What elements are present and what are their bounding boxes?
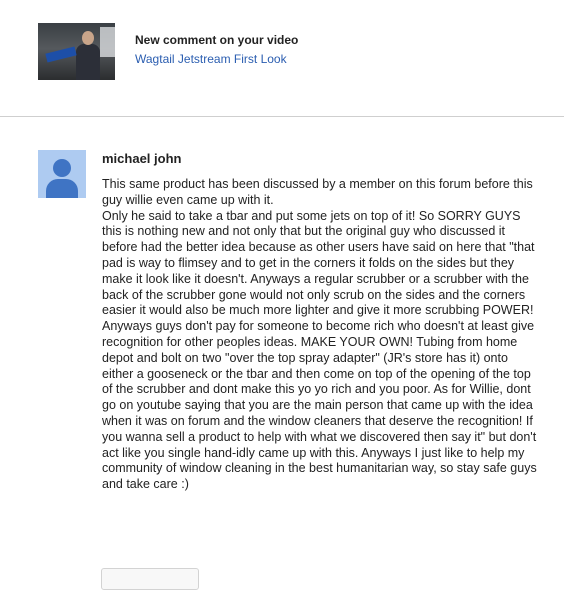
thumbnail-background: [100, 27, 115, 57]
reply-button[interactable]: [101, 568, 199, 590]
thumbnail-object: [45, 46, 77, 63]
notification-title: New comment on your video: [135, 33, 299, 47]
notification-header: New comment on your video Wagtail Jetstr…: [0, 0, 564, 116]
default-user-avatar-icon[interactable]: [38, 150, 86, 198]
thumbnail-person: [76, 44, 100, 80]
avatar-head: [53, 159, 71, 177]
thumbnail-person-head: [82, 31, 94, 45]
comment-paragraph: This same product has been discussed by …: [102, 177, 533, 207]
comment-text: This same product has been discussed by …: [102, 177, 542, 493]
comment-author[interactable]: michael john: [102, 151, 181, 166]
header-divider: [0, 116, 564, 117]
video-thumbnail[interactable]: [38, 23, 115, 80]
comment-paragraph: Only he said to take a tbar and put some…: [102, 208, 537, 492]
video-title-link[interactable]: Wagtail Jetstream First Look: [135, 52, 287, 66]
avatar-body: [46, 179, 78, 198]
